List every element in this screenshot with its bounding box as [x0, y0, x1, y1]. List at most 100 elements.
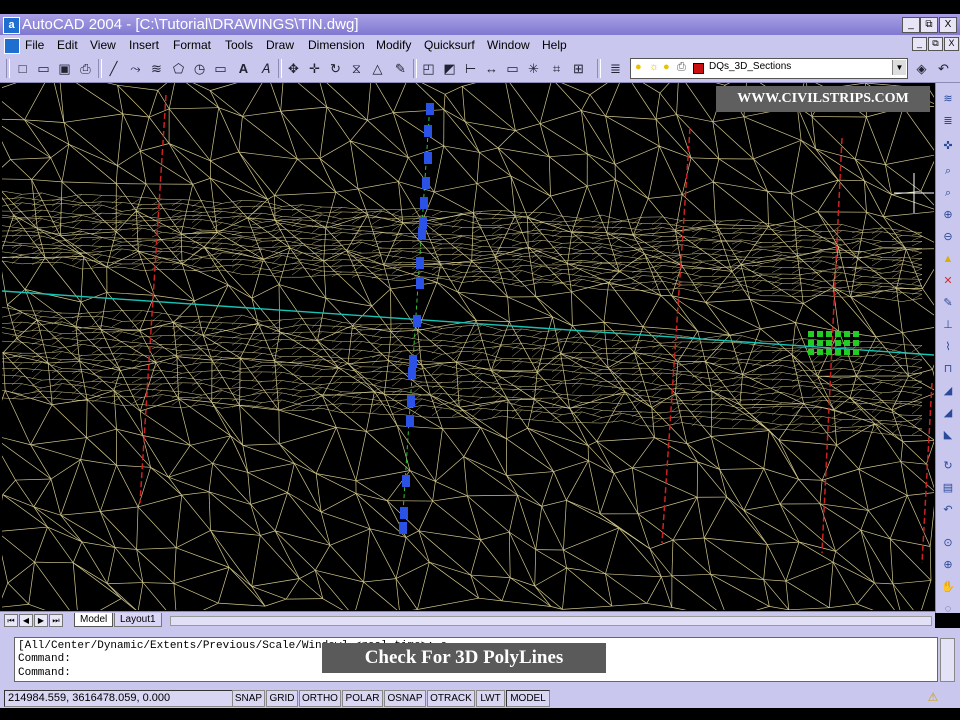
doc-restore-button[interactable]: ⧉: [928, 37, 943, 51]
dim-aligned-icon[interactable]: ↔: [483, 60, 500, 77]
ortho-toggle[interactable]: ORTHO: [299, 690, 341, 707]
grip-marker[interactable]: [400, 507, 408, 519]
doc-close-button[interactable]: X: [944, 37, 959, 51]
scale-icon[interactable]: △: [369, 60, 386, 77]
otrack-toggle[interactable]: OTRACK: [427, 690, 475, 707]
drawing-viewport[interactable]: [2, 83, 934, 610]
osnap-toggle[interactable]: OSNAP: [384, 690, 426, 707]
text-tool-icon[interactable]: A: [235, 60, 252, 77]
grip-marker[interactable]: [426, 103, 434, 115]
menu-insert[interactable]: Insert: [129, 37, 159, 53]
grip-marker[interactable]: [420, 197, 428, 209]
make-layer-current-icon[interactable]: ◈: [913, 60, 930, 77]
slope-icon[interactable]: ◢: [940, 405, 956, 421]
dim-linear-icon[interactable]: ⊢: [462, 60, 479, 77]
menu-draw[interactable]: Draw: [266, 37, 294, 53]
first-tab-button[interactable]: ⏮: [4, 614, 18, 627]
menu-tools[interactable]: Tools: [225, 37, 253, 53]
save-icon[interactable]: ▣: [56, 60, 73, 77]
close-button[interactable]: X: [939, 17, 957, 33]
grade-icon[interactable]: ◢: [940, 383, 956, 399]
hatch-icon[interactable]: ◩: [441, 60, 458, 77]
mirror-icon[interactable]: ⧖: [348, 60, 365, 77]
section-icon[interactable]: ⊓: [940, 361, 956, 377]
grip-marker[interactable]: [422, 177, 430, 189]
snap-toggle[interactable]: SNAP: [232, 690, 265, 707]
pan-icon[interactable]: ✋: [940, 579, 956, 595]
mtext-tool-icon[interactable]: 𝐴: [257, 60, 274, 77]
zoom-in-icon[interactable]: ⊕: [940, 207, 956, 223]
crossing-icon[interactable]: ✕: [940, 273, 956, 289]
minimize-button[interactable]: _: [902, 17, 920, 33]
rectangle-tool-icon[interactable]: ▭: [212, 60, 229, 77]
regen-icon[interactable]: ↻: [940, 458, 956, 474]
named-views-icon[interactable]: ✜: [940, 138, 956, 154]
grip-marker[interactable]: [409, 355, 417, 367]
zoom-realtime-icon[interactable]: ⊙: [940, 535, 956, 551]
menu-file[interactable]: File: [25, 37, 44, 53]
zoom-out-icon[interactable]: ⊖: [940, 229, 956, 245]
tab-model[interactable]: Model: [74, 613, 114, 627]
grip-marker[interactable]: [416, 277, 424, 289]
profile-icon[interactable]: ⊥: [940, 317, 956, 333]
open-file-icon[interactable]: ▭: [35, 60, 52, 77]
rotate-icon[interactable]: ↻: [327, 60, 344, 77]
doc-minimize-button[interactable]: _: [912, 37, 927, 51]
menu-edit[interactable]: Edit: [57, 37, 78, 53]
command-scrollbar[interactable]: [940, 638, 955, 682]
grip-marker[interactable]: [424, 125, 432, 137]
horizontal-scrollbar[interactable]: [170, 616, 932, 626]
polar-toggle[interactable]: POLAR: [342, 690, 383, 707]
grip-marker[interactable]: [418, 227, 426, 239]
grip-marker[interactable]: [424, 152, 432, 164]
grip-marker[interactable]: [402, 475, 410, 487]
layer-on-icon[interactable]: ●: [635, 61, 642, 73]
menu-window[interactable]: Window: [487, 37, 530, 53]
stretch-icon[interactable]: ⌗: [548, 60, 565, 77]
command-prompt[interactable]: Command:: [18, 667, 71, 680]
contour-icon[interactable]: ⌇: [940, 339, 956, 355]
layer-manager-icon[interactable]: ≣: [607, 60, 624, 77]
layer-dropdown[interactable]: ● ☼ ● ⎙ DQs_3D_Sections ▼: [630, 58, 908, 79]
volume-icon[interactable]: ◣: [940, 427, 956, 443]
array-icon[interactable]: ⊞: [570, 60, 587, 77]
move-icon[interactable]: ✛: [306, 60, 323, 77]
explode-icon[interactable]: ✳: [525, 60, 542, 77]
grip-marker[interactable]: [407, 395, 415, 407]
block-icon[interactable]: ◰: [420, 60, 437, 77]
prev-tab-button[interactable]: ◀: [19, 614, 33, 627]
polyline-tool-icon[interactable]: ⤳: [127, 60, 144, 77]
menu-view[interactable]: View: [90, 37, 116, 53]
tab-layout1[interactable]: Layout1: [114, 613, 162, 627]
menu-modify[interactable]: Modify: [376, 37, 411, 53]
last-tab-button[interactable]: ⏭: [49, 614, 63, 627]
properties-icon[interactable]: ✥: [285, 60, 302, 77]
next-tab-button[interactable]: ▶: [34, 614, 48, 627]
layer-tool-icon[interactable]: ≋: [940, 91, 956, 107]
new-file-icon[interactable]: □: [14, 60, 31, 77]
orbit-icon[interactable]: ◌: [940, 601, 956, 617]
lwt-toggle[interactable]: LWT: [476, 690, 505, 707]
grip-marker[interactable]: [416, 257, 424, 269]
layer-freeze-icon[interactable]: ☼: [649, 61, 659, 73]
pencil-icon[interactable]: ✎: [940, 295, 956, 311]
grip-marker[interactable]: [406, 415, 414, 427]
model-space-toggle[interactable]: MODEL: [506, 690, 550, 707]
restore-button[interactable]: ⧉: [920, 17, 938, 33]
grip-marker[interactable]: [399, 522, 407, 534]
layer-plot-icon[interactable]: ⎙: [677, 61, 686, 74]
region-icon[interactable]: ▭: [504, 60, 521, 77]
grip-marker[interactable]: [408, 367, 416, 379]
erase-icon[interactable]: ✎: [392, 60, 409, 77]
menu-help[interactable]: Help: [542, 37, 567, 53]
color-bar-icon[interactable]: ▤: [940, 480, 956, 496]
menu-dimension[interactable]: Dimension: [308, 37, 365, 53]
grip-marker[interactable]: [413, 315, 421, 327]
layer-lock-icon[interactable]: ●: [663, 61, 670, 73]
surface-triangle-icon[interactable]: ▲: [940, 251, 956, 267]
layer-stack-icon[interactable]: ≣: [940, 113, 956, 129]
document-icon[interactable]: [4, 38, 20, 54]
menu-format[interactable]: Format: [173, 37, 211, 53]
undo-icon[interactable]: ↶: [940, 502, 956, 518]
plot-icon[interactable]: ⎙: [77, 60, 94, 77]
